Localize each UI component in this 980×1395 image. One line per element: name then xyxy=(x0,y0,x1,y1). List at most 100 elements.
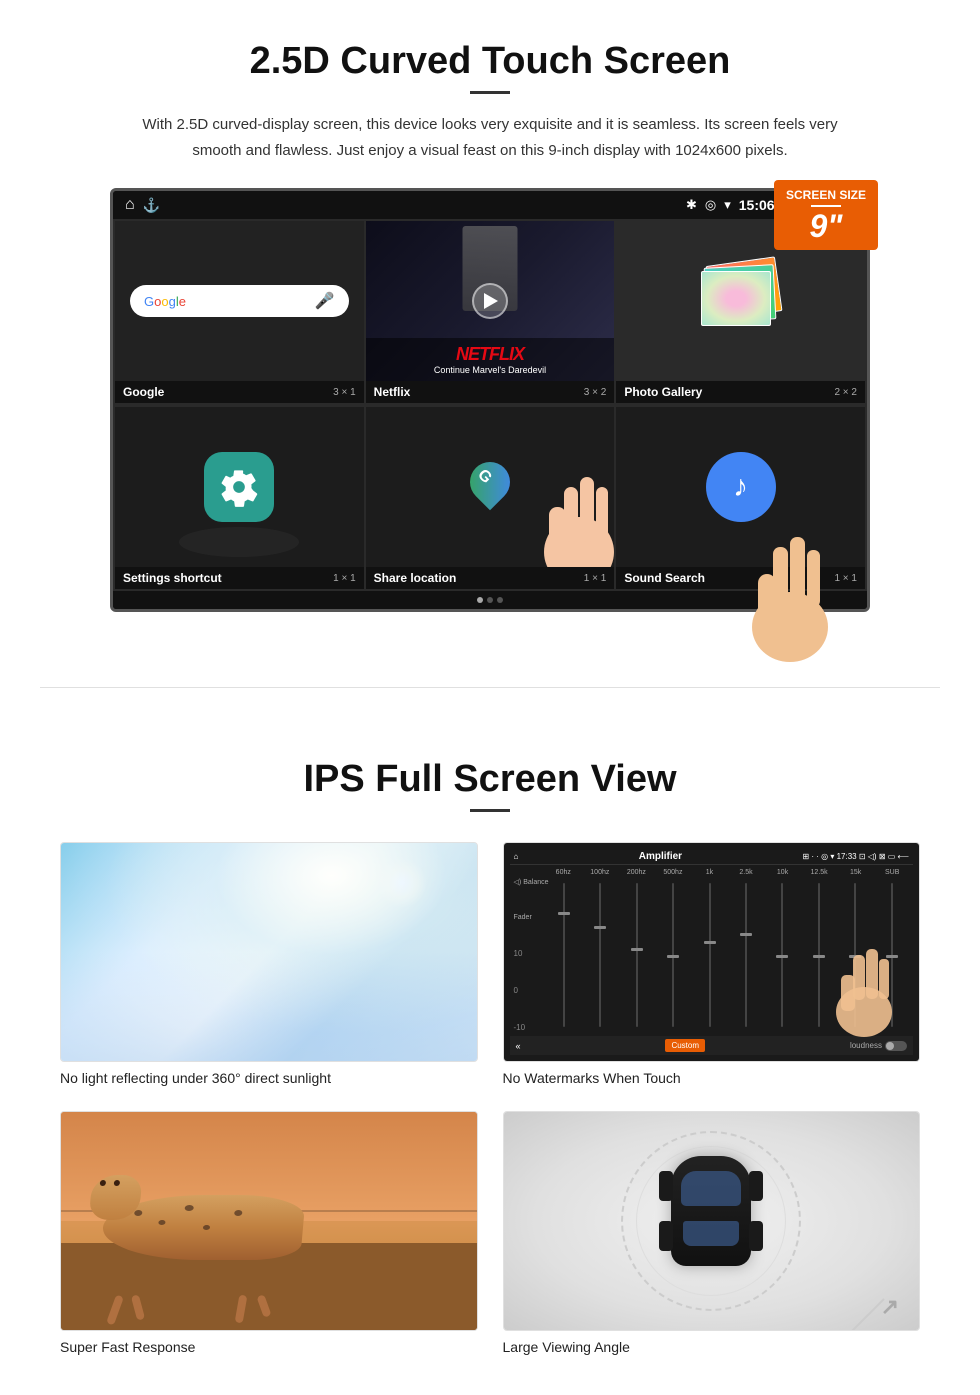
netflix-label: Netflix 3 × 2 xyxy=(366,381,615,403)
netflix-app-content: NETFLIX Continue Marvel's Daredevil xyxy=(366,221,615,381)
amplifier-image: ⌂ Amplifier ⊞ · · ◎ ▾ 17:33 ⊡ ◁) ⊠ ▭ ⟵ 6… xyxy=(503,842,921,1062)
amp-freq-10k: 10k xyxy=(766,869,800,876)
title-divider xyxy=(470,91,510,94)
maps-pin-icon: G xyxy=(470,462,510,512)
amp-fader-label: Fader xyxy=(514,914,544,921)
maps-pin-head xyxy=(462,454,519,511)
section-ips-screen: IPS Full Screen View No light reflecting… xyxy=(0,728,980,1395)
wheel-fl xyxy=(659,1171,673,1201)
netflix-play-button[interactable] xyxy=(472,283,508,319)
settings-cell[interactable]: Settings shortcut 1 × 1 xyxy=(115,407,364,589)
gallery-app-size: 2 × 2 xyxy=(834,387,857,398)
spot-2 xyxy=(158,1220,165,1225)
amp-prev-icon[interactable]: « xyxy=(516,1041,521,1051)
section2-title-divider xyxy=(470,809,510,812)
amp-custom-button[interactable]: Custom xyxy=(665,1039,705,1052)
cheetah-body xyxy=(100,1195,306,1260)
section1-description: With 2.5D curved-display screen, this de… xyxy=(140,112,840,163)
cheetah-image xyxy=(60,1111,478,1331)
volume-icon-small: ◁) xyxy=(514,878,522,886)
photo-stack xyxy=(701,261,781,341)
spot-1 xyxy=(134,1210,143,1216)
wheel-fr xyxy=(749,1171,763,1201)
amp-title: Amplifier xyxy=(639,851,682,862)
settings-app-name: Settings shortcut xyxy=(123,571,222,585)
eq-slider-7[interactable] xyxy=(765,878,799,1032)
settings-icon-background xyxy=(204,452,274,522)
section-divider xyxy=(40,687,940,688)
amp-balance-label: ◁) Balance xyxy=(514,878,544,886)
amp-freq-60: 60hz xyxy=(547,869,581,876)
eq-sliders-container xyxy=(547,878,910,1032)
gear-svg-icon xyxy=(219,467,259,507)
music-note-icon: ♪ xyxy=(733,470,748,504)
netflix-overlay: NETFLIX Continue Marvel's Daredevil xyxy=(366,338,615,381)
wifi-icon: ▾ xyxy=(724,197,731,213)
status-time: 15:06 xyxy=(739,197,775,213)
feature-cheetah: Super Fast Response xyxy=(60,1111,478,1355)
amplifier-mockup: ⌂ Amplifier ⊞ · · ◎ ▾ 17:33 ⊡ ◁) ⊠ ▭ ⟵ 6… xyxy=(504,843,920,1061)
watermark-caption: No Watermarks When Touch xyxy=(503,1070,921,1086)
car-caption: Large Viewing Angle xyxy=(503,1339,921,1355)
eye-2 xyxy=(113,1180,120,1186)
car-top-view xyxy=(661,1156,761,1286)
netflix-subtitle: Continue Marvel's Daredevil xyxy=(374,365,607,375)
status-bar: ⌂ ⚓ ✱ ◎ ▾ 15:06 ⊡ ◁) ⊠ ▭ xyxy=(113,191,867,219)
share-label: Share location 1 × 1 xyxy=(366,567,615,589)
section-curved-screen: 2.5D Curved Touch Screen With 2.5D curve… xyxy=(0,0,980,647)
sound-app-name: Sound Search xyxy=(624,571,705,585)
eq-slider-3[interactable] xyxy=(619,878,653,1032)
amp-hand-overlay xyxy=(829,937,899,1042)
photo-card-3 xyxy=(701,271,771,326)
share-location-cell[interactable]: G xyxy=(366,407,615,589)
bluetooth-icon: ✱ xyxy=(686,197,697,213)
gallery-label: Photo Gallery 2 × 2 xyxy=(616,381,865,403)
flower-image xyxy=(702,272,770,325)
amp-freq-125k: 12.5k xyxy=(802,869,836,876)
amp-10-label: 10 xyxy=(514,949,544,958)
home-icon[interactable]: ⌂ xyxy=(125,196,135,214)
amp-neg10-label: -10 xyxy=(514,1023,544,1032)
spot-4 xyxy=(202,1225,209,1230)
eq-slider-5[interactable] xyxy=(692,878,726,1032)
leg-2 xyxy=(131,1294,145,1320)
eye-1 xyxy=(99,1180,106,1186)
eq-slider-2[interactable] xyxy=(583,878,617,1032)
amp-freq-25k: 2.5k xyxy=(729,869,763,876)
eq-slider-1[interactable] xyxy=(547,878,581,1032)
car-image: ↗ xyxy=(503,1111,921,1331)
sunlight-visual xyxy=(61,843,477,1061)
angle-line xyxy=(848,1298,885,1331)
feature-car: ↗ Large Viewing Angle xyxy=(503,1111,921,1355)
eq-slider-4[interactable] xyxy=(656,878,690,1032)
amp-controls: ⊞ · · ◎ ▾ 17:33 ⊡ ◁) ⊠ ▭ ⟵ xyxy=(802,852,909,861)
amp-freq-100: 100hz xyxy=(583,869,617,876)
badge-divider xyxy=(811,205,841,207)
sunlight-image xyxy=(60,842,478,1062)
amp-home-icon: ⌂ xyxy=(514,852,519,861)
eq-slider-6[interactable] xyxy=(729,878,763,1032)
gallery-app-name: Photo Gallery xyxy=(624,385,702,399)
car-visual: ↗ xyxy=(504,1112,920,1330)
cheetah-caption: Super Fast Response xyxy=(60,1339,478,1355)
netflix-app-name: Netflix xyxy=(374,385,411,399)
section1-title: 2.5D Curved Touch Screen xyxy=(60,40,920,83)
google-cell[interactable]: Google 🎤 Google 3 × 1 xyxy=(115,221,364,403)
badge-size: 9" xyxy=(786,210,866,242)
eq-handle-2 xyxy=(594,926,606,929)
netflix-logo: NETFLIX xyxy=(374,344,607,365)
netflix-cell[interactable]: NETFLIX Continue Marvel's Daredevil Netf… xyxy=(366,221,615,403)
amp-loudness-area: loudness xyxy=(850,1041,907,1051)
google-search-bar[interactable]: Google 🎤 xyxy=(130,285,349,317)
amp-loudness-toggle[interactable] xyxy=(885,1041,907,1051)
usb-icon: ⚓ xyxy=(143,197,160,214)
eq-handle-1 xyxy=(558,912,570,915)
cheetah-legs xyxy=(111,1295,268,1325)
toggle-knob xyxy=(886,1042,894,1050)
settings-content xyxy=(115,407,364,567)
eq-handle-3 xyxy=(631,948,643,951)
status-left: ⌂ ⚓ xyxy=(125,196,160,214)
sunlight-caption: No light reflecting under 360° direct su… xyxy=(60,1070,478,1086)
dot-1 xyxy=(477,597,483,603)
mic-icon[interactable]: 🎤 xyxy=(315,291,335,311)
